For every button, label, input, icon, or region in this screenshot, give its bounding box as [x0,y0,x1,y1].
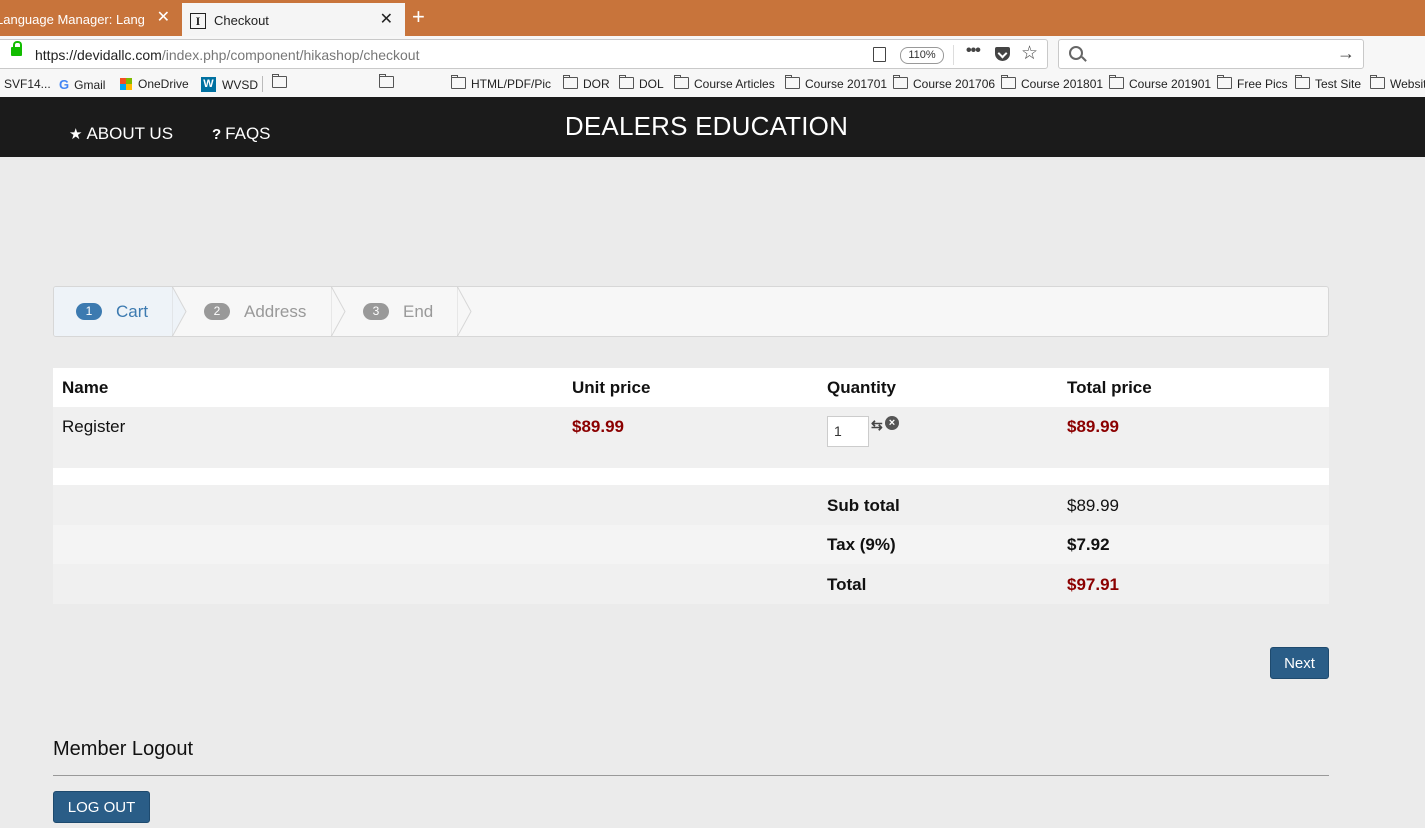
folder-icon [619,75,634,89]
bookmark-item[interactable]: W WVSD [201,77,258,92]
bookmark-folder[interactable]: Course 201706 [893,75,995,91]
folder-icon [674,75,689,89]
step-end[interactable]: 3 End [363,287,433,336]
total-value: $97.91 [1067,575,1119,594]
google-icon: G [59,77,70,92]
close-icon[interactable]: ✕ [380,11,393,29]
bookmark-folder[interactable]: Course 201701 [785,75,887,91]
browser-nav-bar: https://devidallc.com/index.php/componen… [0,36,1425,72]
tax-row: Tax (9%) $7.92 [53,525,1329,564]
search-input[interactable]: → [1058,39,1364,69]
item-total-price: $89.99 [1067,417,1119,436]
folder-icon [272,74,287,88]
bookmark-item[interactable]: SVF14... [4,77,51,91]
bookmark-star-icon[interactable]: ☆ [1021,42,1038,65]
tax-value: $7.92 [1067,535,1110,554]
subtotal-row: Sub total $89.99 [53,485,1329,525]
url-host: https://devidallc.com [35,47,162,63]
url-bar[interactable]: https://devidallc.com/index.php/componen… [0,39,1048,69]
step-label: Address [244,301,307,321]
lock-icon[interactable] [11,41,22,56]
wordpress-icon: W [201,77,216,92]
folder-icon [1001,75,1016,89]
step-number: 2 [204,303,230,320]
close-icon[interactable]: ✕ [157,9,170,27]
folder-icon [1370,75,1385,89]
folder-icon [1109,75,1124,89]
bookmark-folder[interactable]: Course 201901 [1109,75,1211,91]
checkout-steps: 1 Cart 2 Address 3 End [53,286,1329,337]
page-favicon-icon: I [190,12,206,29]
tab-title: Checkout [214,13,269,28]
pocket-icon[interactable] [995,47,1010,61]
item-unit-price: $89.99 [572,417,624,436]
tax-label: Tax (9%) [827,535,896,554]
url-path: /index.php/component/hikashop/checkout [161,47,420,63]
refresh-icon[interactable]: ⇆ [871,417,883,434]
tab-checkout[interactable]: I Checkout ✕ [182,3,405,36]
table-header-row: Name Unit price Quantity Total price [53,368,1329,407]
bookmark-folder[interactable]: DOL [619,75,664,91]
folder-icon [893,75,908,89]
new-tab-icon[interactable]: + [412,5,425,29]
bookmark-folder[interactable]: Free Pics [1217,75,1288,91]
table-row: Register $89.99 $89.99 [53,407,1329,468]
column-header-total-price: Total price [1067,378,1152,397]
subtotal-label: Sub total [827,496,900,515]
bookmark-item[interactable]: G Gmail [59,77,105,92]
folder-icon [451,75,466,89]
site-title: DEALERS EDUCATION [564,111,849,141]
url-text[interactable]: https://devidallc.com/index.php/componen… [35,47,419,63]
subtotal-value: $89.99 [1067,496,1119,515]
column-header-unit-price: Unit price [572,378,651,397]
bookmark-item[interactable]: OneDrive [120,77,189,91]
item-name: Register [62,417,126,436]
total-label: Total [827,575,867,594]
divider [53,775,1329,776]
zoom-level-badge[interactable]: 110% [900,47,944,64]
next-button[interactable]: Next [1270,647,1329,679]
arrow-right-icon[interactable]: → [1337,43,1355,64]
folder-icon [785,75,800,89]
member-logout-title: Member Logout [53,738,194,760]
logout-button[interactable]: LOG OUT [53,791,150,823]
step-number: 3 [363,303,389,320]
search-icon [1069,46,1083,60]
quantity-input[interactable]: 1 [827,416,869,447]
column-header-name: Name [62,378,109,397]
folder-icon [379,74,394,88]
step-cart[interactable]: 1 Cart [76,287,148,336]
folder-icon [1217,75,1232,89]
microsoft-icon [120,78,132,90]
tab-language-manager[interactable]: Language Manager: Language ✕ [0,3,180,36]
bookmark-folder[interactable]: Website [1370,75,1425,91]
reader-view-icon[interactable] [873,47,886,62]
bookmark-folder[interactable]: DOR [563,75,610,91]
table-spacer-row [53,468,1329,485]
divider [953,45,954,65]
step-label: Cart [116,301,149,321]
step-address[interactable]: 2 Address [204,287,306,336]
folder-icon [563,75,578,89]
bookmark-folder[interactable] [379,74,399,89]
site-header: ★ ABOUT US ? FAQS DEALERS EDUCATION [0,97,1425,157]
remove-icon[interactable]: × [885,416,899,430]
bookmark-folder[interactable]: Course 201801 [1001,75,1103,91]
bookmark-folder[interactable]: Course Articles [674,75,775,91]
folder-icon [1295,75,1310,89]
page-actions-icon[interactable]: ••• [966,42,981,60]
bookmark-folder[interactable]: Test Site [1295,75,1361,91]
column-header-quantity: Quantity [827,378,896,397]
total-row: Total $97.91 [53,564,1329,604]
step-number: 1 [76,303,102,320]
bookmark-folder[interactable] [272,74,292,89]
browser-tab-bar: Language Manager: Language ✕ I Checkout … [0,0,1425,36]
divider [262,76,263,92]
step-label: End [403,301,434,321]
bookmark-folder[interactable]: HTML/PDF/Pic [451,75,551,91]
tab-title: Language Manager: Language [0,12,144,27]
bookmarks-bar: SVF14... G Gmail OneDrive W WVSD HTML/PDF/… [0,72,1425,98]
